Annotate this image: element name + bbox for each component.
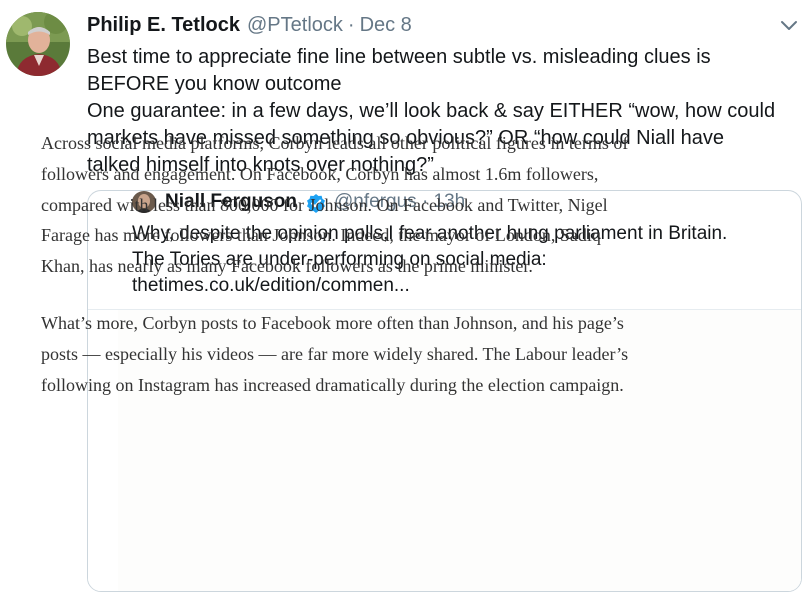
article-line: What’s more, Corbyn posts to Facebook mo…: [41, 312, 624, 333]
author-avatar[interactable]: [6, 12, 70, 76]
article-line: Across social media platforms, Corbyn le…: [41, 133, 629, 153]
article-line: following on Instagram has increased dra…: [41, 374, 624, 395]
article-line: compared with less than 800,000 for John…: [41, 194, 608, 215]
tweet-text-line: Best time to appreciate fine line betwee…: [87, 46, 711, 68]
tweet-date[interactable]: Dec 8: [360, 14, 412, 37]
author-name[interactable]: Philip E. Tetlock: [87, 14, 240, 37]
separator: ·: [347, 14, 355, 36]
article-line: Farage has more followers than Johnson. …: [41, 225, 601, 246]
chevron-down-icon[interactable]: [778, 14, 800, 36]
tweet-header: Philip E. Tetlock @PTetlock · Dec 8: [87, 14, 412, 40]
article-text: Across social media platforms, Corbyn le…: [41, 128, 628, 400]
author-handle[interactable]: @PTetlock: [247, 14, 343, 37]
tweet-text-line: BEFORE you know outcome: [87, 73, 342, 95]
article-line: Khan, has nearly as many Facebook follow…: [41, 256, 533, 277]
article-line: posts — especially his videos — are far …: [41, 343, 629, 364]
article-line: followers and engagement. On Facebook, C…: [41, 163, 599, 184]
profile-photo: [6, 12, 70, 76]
tweet-text-line: One guarantee: in a few days, we’ll look…: [87, 100, 776, 122]
